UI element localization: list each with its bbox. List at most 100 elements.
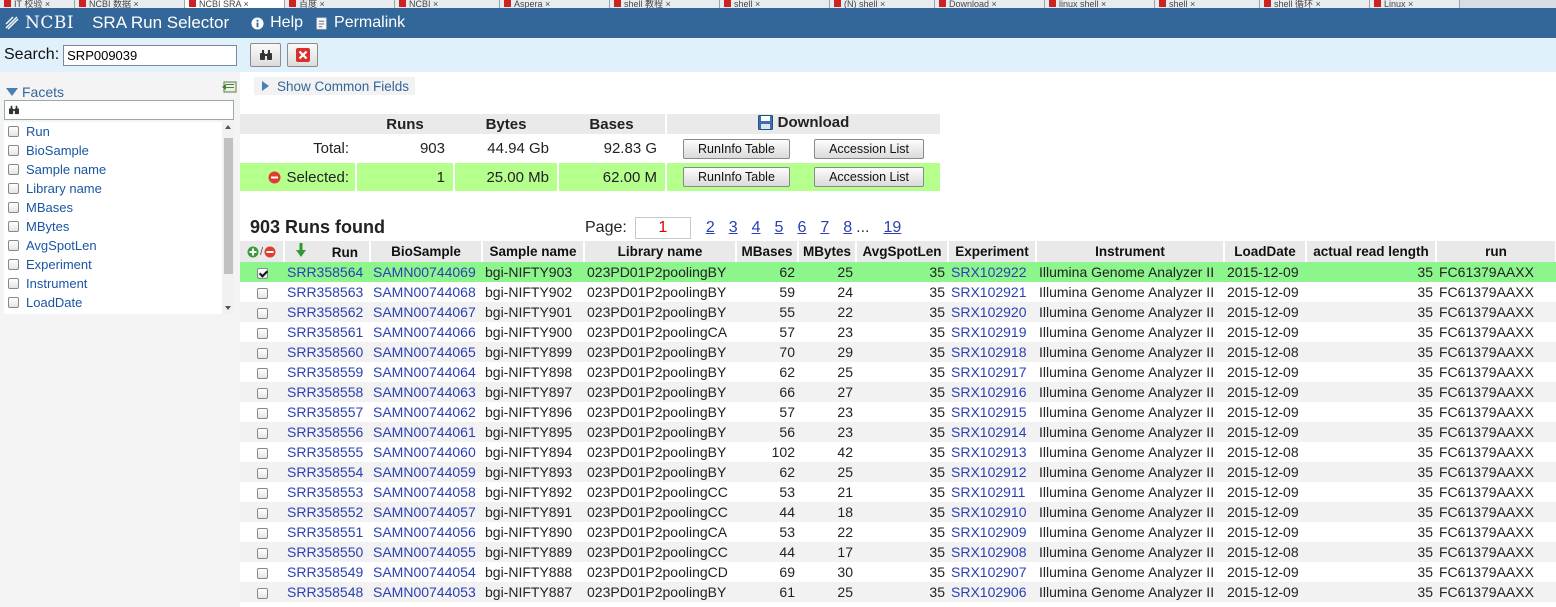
facet-item-mbytes[interactable]: MBytes (4, 217, 234, 236)
biosample-link[interactable]: SAMN00744065 (370, 342, 482, 362)
facet-item-run[interactable]: Run (4, 122, 234, 141)
row-checkbox[interactable] (256, 307, 268, 319)
clear-search-button[interactable] (287, 43, 319, 67)
experiment-link[interactable]: SRX102919 (948, 322, 1036, 342)
run-link[interactable]: SRR358548 (284, 582, 370, 602)
biosample-link[interactable]: SAMN00744067 (370, 302, 482, 322)
ncbi-logo[interactable]: NCBI (0, 13, 74, 33)
table-row[interactable]: SRR358564 SAMN00744069 bgi-NIFTY903 023PD01… (240, 262, 1556, 282)
browser-tab[interactable]: IT 校验 × (0, 0, 75, 8)
page-link-2[interactable]: 2 (706, 219, 715, 237)
total-accession-list-button[interactable]: Accession List (814, 138, 924, 159)
selected-runinfo-table-button[interactable]: RunInfo Table (683, 167, 790, 187)
column-header-run[interactable]: run (1436, 241, 1556, 262)
biosample-link[interactable]: SAMN00744055 (370, 542, 482, 562)
add-facet-icon[interactable] (221, 80, 237, 94)
facet-item-instrument[interactable]: Instrument (4, 274, 234, 293)
biosample-link[interactable]: SAMN00744056 (370, 522, 482, 542)
facet-checkbox[interactable] (8, 259, 19, 270)
row-checkbox[interactable] (256, 267, 268, 279)
row-checkbox[interactable] (256, 527, 268, 539)
biosample-link[interactable]: SAMN00744057 (370, 502, 482, 522)
facet-item-sample-name[interactable]: Sample name (4, 160, 234, 179)
experiment-link[interactable]: SRX102917 (948, 362, 1036, 382)
biosample-link[interactable]: SAMN00744058 (370, 482, 482, 502)
experiment-link[interactable]: SRX102908 (948, 542, 1036, 562)
run-link[interactable]: SRR358561 (284, 322, 370, 342)
table-row[interactable]: SRR358553 SAMN00744058 bgi-NIFTY892 023PD01… (240, 482, 1556, 502)
column-header-library-name[interactable]: Library name (584, 241, 737, 262)
browser-tab[interactable]: Aspera × (500, 0, 610, 8)
run-link[interactable]: SRR358551 (284, 522, 370, 542)
browser-tab[interactable]: 百度 × (285, 0, 395, 8)
facet-checkbox[interactable] (8, 183, 19, 194)
facet-checkbox[interactable] (8, 297, 19, 308)
table-row[interactable]: SRR358555 SAMN00744060 bgi-NIFTY894 023PD01… (240, 442, 1556, 462)
biosample-link[interactable]: SAMN00744066 (370, 322, 482, 342)
browser-tab[interactable]: NCBI × (395, 0, 500, 8)
browser-tab[interactable]: shell 循环 × (1260, 0, 1370, 8)
table-row[interactable]: SRR358549 SAMN00744054 bgi-NIFTY888 023PD01… (240, 562, 1556, 582)
table-row[interactable]: SRR358563 SAMN00744068 bgi-NIFTY902 023PD01… (240, 282, 1556, 302)
facet-checkbox[interactable] (8, 126, 19, 137)
column-header-biosample[interactable]: BioSample (370, 241, 483, 262)
column-header-loaddate[interactable]: LoadDate (1224, 241, 1307, 262)
browser-tab[interactable]: (N) shell × (830, 0, 935, 8)
experiment-link[interactable]: SRX102914 (948, 422, 1036, 442)
browser-tab[interactable]: NCBI 数据 × (75, 0, 185, 8)
row-checkbox[interactable] (256, 347, 268, 359)
table-row[interactable]: SRR358550 SAMN00744055 bgi-NIFTY889 023PD01… (240, 542, 1556, 562)
row-checkbox[interactable] (256, 547, 268, 559)
experiment-link[interactable]: SRX102912 (948, 462, 1036, 482)
page-link-3[interactable]: 3 (729, 219, 738, 237)
table-row[interactable]: SRR358561 SAMN00744066 bgi-NIFTY900 023PD01… (240, 322, 1556, 342)
current-page-input[interactable]: 1 (634, 217, 691, 239)
facet-item-library-name[interactable]: Library name (4, 179, 234, 198)
row-checkbox[interactable] (256, 407, 268, 419)
help-link[interactable]: Help (251, 14, 303, 32)
deselect-all-icon[interactable] (264, 246, 276, 258)
facet-checkbox[interactable] (8, 145, 19, 156)
show-common-fields-toggle[interactable]: Show Common Fields (254, 77, 416, 95)
run-link[interactable]: SRR358550 (284, 542, 370, 562)
row-checkbox[interactable] (256, 367, 268, 379)
run-link[interactable]: SRR358555 (284, 442, 370, 462)
biosample-link[interactable]: SAMN00744063 (370, 382, 482, 402)
biosample-link[interactable]: SAMN00744069 (370, 262, 482, 282)
column-header-instrument[interactable]: Instrument (1036, 241, 1225, 262)
run-link[interactable]: SRR358564 (284, 262, 370, 282)
run-link[interactable]: SRR358552 (284, 502, 370, 522)
table-row[interactable]: SRR358548 SAMN00744053 bgi-NIFTY887 023PD01… (240, 582, 1556, 602)
row-checkbox[interactable] (256, 587, 268, 599)
facet-checkbox[interactable] (8, 221, 19, 232)
experiment-link[interactable]: SRX102907 (948, 562, 1036, 582)
page-link-4[interactable]: 4 (752, 219, 761, 237)
table-row[interactable]: SRR358554 SAMN00744059 bgi-NIFTY893 023PD01… (240, 462, 1556, 482)
sort-header[interactable]: Run (284, 241, 371, 262)
experiment-link[interactable]: SRX102916 (948, 382, 1036, 402)
browser-tab[interactable]: shell 教程 × (610, 0, 720, 8)
browser-tab[interactable]: linux shell × (1045, 0, 1155, 8)
table-row[interactable]: SRR358557 SAMN00744062 bgi-NIFTY896 023PD01… (240, 402, 1556, 422)
browser-tab[interactable]: shell × (720, 0, 830, 8)
biosample-link[interactable]: SAMN00744060 (370, 442, 482, 462)
facet-checkbox[interactable] (8, 164, 19, 175)
page-link-7[interactable]: 7 (820, 219, 829, 237)
page-link-8[interactable]: 8 (843, 219, 852, 237)
permalink-link[interactable]: Permalink (315, 14, 405, 32)
facet-item-avgspotlen[interactable]: AvgSpotLen (4, 236, 234, 255)
run-link[interactable]: SRR358549 (284, 562, 370, 582)
row-checkbox[interactable] (256, 327, 268, 339)
experiment-link[interactable]: SRX102906 (948, 582, 1036, 602)
table-row[interactable]: SRR358562 SAMN00744067 bgi-NIFTY901 023PD01… (240, 302, 1556, 322)
experiment-link[interactable]: SRX102910 (948, 502, 1036, 522)
facet-checkbox[interactable] (8, 202, 19, 213)
experiment-link[interactable]: SRX102915 (948, 402, 1036, 422)
experiment-link[interactable]: SRX102913 (948, 442, 1036, 462)
run-link[interactable]: SRR358556 (284, 422, 370, 442)
facet-filter-input[interactable] (4, 100, 234, 120)
total-runinfo-table-button[interactable]: RunInfo Table (683, 138, 790, 159)
run-link[interactable]: SRR358558 (284, 382, 370, 402)
facet-item-experiment[interactable]: Experiment (4, 255, 234, 274)
row-checkbox[interactable] (256, 387, 268, 399)
